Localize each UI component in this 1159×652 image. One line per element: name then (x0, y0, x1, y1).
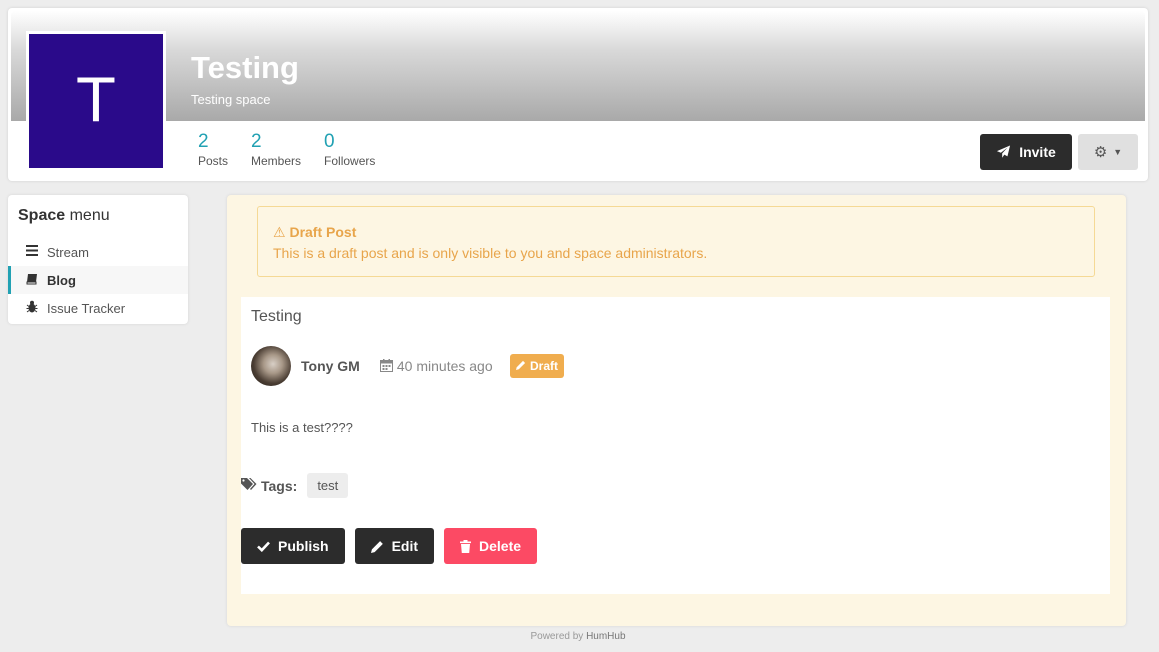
post-actions: Publish Edit Delete (241, 528, 538, 564)
stat-value: 2 (198, 131, 209, 152)
tags-icon (241, 477, 257, 494)
caret-down-icon: ▼ (1113, 147, 1123, 157)
sidebar-item-blog[interactable]: Blog (8, 266, 188, 294)
trash-icon (460, 539, 472, 553)
tag-chip[interactable]: test (307, 473, 349, 498)
warning-icon: ⚠ (273, 224, 286, 240)
check-icon (257, 541, 270, 552)
footer-brand[interactable]: HumHub (586, 631, 625, 642)
post-time: 40 minutes ago (380, 358, 493, 374)
space-banner (11, 11, 1145, 121)
stat-label: Members (251, 154, 302, 168)
space-logo[interactable]: T (26, 31, 166, 171)
alert-title-text: Draft Post (289, 224, 357, 240)
edit-label: Edit (391, 538, 419, 554)
space-header: T Testing Testing space 2 Posts 2 Member… (8, 8, 1148, 181)
post-tags: Tags: test (241, 473, 349, 498)
post-title: Testing (251, 308, 302, 325)
stat-value: 2 (251, 131, 262, 152)
blog-post: Testing Tony GM 40 minutes ago Draft Thi… (241, 297, 1110, 594)
post-body: This is a test???? (251, 420, 353, 435)
space-menu: Space menu Stream Blog Issue Tracker (8, 195, 188, 324)
gear-icon: ⚙ (1093, 144, 1108, 161)
footer: Powered by HumHub (0, 631, 1156, 642)
sidebar-item-stream[interactable]: Stream (8, 238, 188, 266)
footer-prefix: Powered by (530, 631, 584, 642)
sidebar-item-label: Blog (47, 272, 76, 288)
sidebar-item-label: Stream (47, 244, 89, 260)
alert-text: This is a draft post and is only visible… (273, 245, 708, 261)
post-author[interactable]: Tony GM (301, 358, 360, 374)
post-time-text: 40 minutes ago (396, 358, 493, 374)
space-logo-letter: T (77, 66, 115, 136)
bug-icon (25, 300, 39, 316)
stat-value: 0 (324, 131, 335, 152)
space-menu-heading-rest: menu (69, 207, 110, 224)
draft-alert: ⚠ Draft Post This is a draft post and is… (257, 206, 1095, 277)
stat-posts[interactable]: 2 Posts (198, 131, 228, 169)
sidebar-item-label: Issue Tracker (47, 300, 126, 316)
book-icon (25, 273, 39, 288)
paper-plane-icon (997, 145, 1011, 158)
tags-label: Tags: (261, 477, 298, 494)
draft-badge: Draft (510, 354, 565, 378)
pencil-icon (370, 540, 383, 553)
invite-button[interactable]: Invite (980, 134, 1072, 170)
invite-label: Invite (1019, 144, 1056, 160)
publish-label: Publish (278, 538, 329, 554)
space-settings-dropdown[interactable]: ⚙ ▼ (1078, 134, 1138, 170)
stat-followers[interactable]: 0 Followers (324, 131, 375, 169)
bars-icon (25, 245, 39, 259)
space-title: Testing (191, 50, 299, 85)
calendar-icon (380, 358, 397, 374)
sidebar-item-issue-tracker[interactable]: Issue Tracker (8, 294, 188, 322)
publish-button[interactable]: Publish (241, 528, 345, 564)
draft-badge-label: Draft (530, 359, 559, 373)
delete-button[interactable]: Delete (444, 528, 538, 564)
pencil-icon (516, 359, 526, 373)
delete-label: Delete (479, 538, 522, 554)
stat-members[interactable]: 2 Members (251, 131, 301, 169)
alert-title: ⚠ Draft Post (273, 224, 1079, 241)
space-menu-heading-bold: Space (18, 207, 66, 224)
avatar[interactable] (251, 346, 291, 386)
stat-label: Followers (324, 154, 376, 168)
stat-label: Posts (198, 154, 229, 168)
edit-button[interactable]: Edit (354, 528, 435, 564)
space-description: Testing space (191, 92, 271, 107)
space-menu-heading: Space menu (18, 207, 110, 225)
main-content: ⚠ Draft Post This is a draft post and is… (227, 195, 1126, 626)
space-stats: 2 Posts 2 Members 0 Followers (198, 131, 398, 169)
space-controls: Invite ⚙ ▼ (980, 134, 1138, 170)
